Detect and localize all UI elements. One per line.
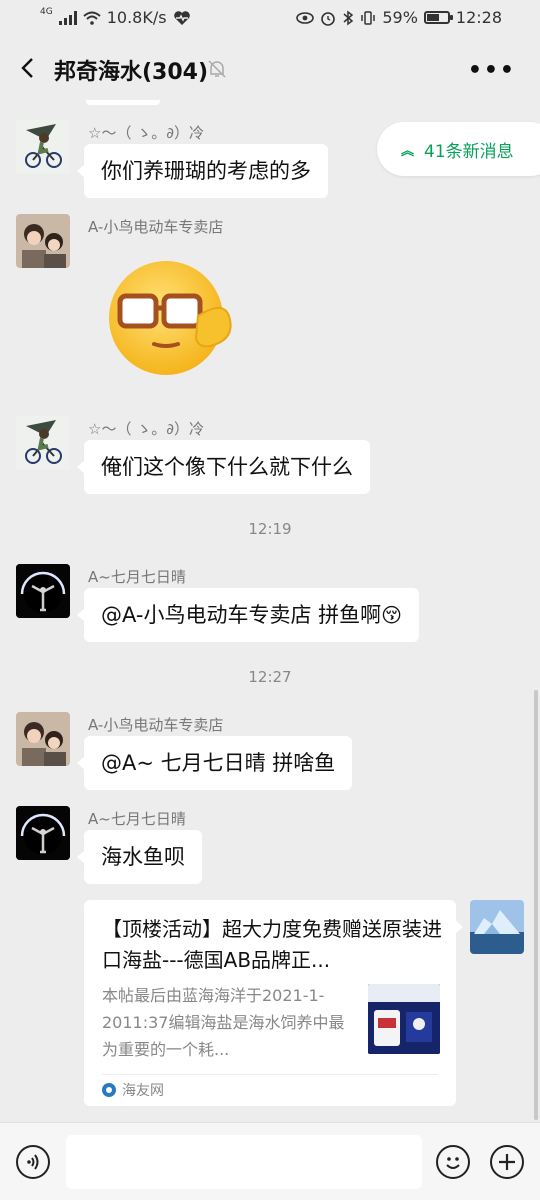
sender-name: ☆～（ ゝ。∂）冷 <box>88 420 204 438</box>
new-messages-label: 41条新消息 <box>424 141 514 162</box>
avatar-children-photo <box>16 214 70 268</box>
emoji-button[interactable] <box>436 1145 470 1179</box>
sender-name: A-小鸟电动车专卖店 <box>88 716 224 734</box>
message-bubble[interactable]: 海水鱼呗 <box>77 830 202 884</box>
voice-button[interactable] <box>16 1145 50 1179</box>
timestamp: 12:19 <box>248 520 292 538</box>
sender-name: A~七月七日晴 <box>88 568 186 586</box>
status-bar: 4G 10.8K/s 59% 12:28 <box>0 0 540 36</box>
bluetooth-icon <box>343 10 354 25</box>
network-speed: 10.8K/s <box>106 8 167 27</box>
avatar[interactable] <box>16 564 70 618</box>
partial-bubble <box>86 100 160 105</box>
message-text: @A-小鸟电动车专卖店 拼鱼啊 <box>101 603 382 627</box>
link-card-source: 海友网 <box>102 1080 164 1100</box>
double-chevron-up-icon: ︽ <box>401 143 415 159</box>
battery-percent: 59% <box>382 8 418 27</box>
source-logo-icon <box>102 1083 116 1097</box>
link-card-title: 【顶楼活动】超大力度免费赠送原装进口海盐---德国AB品牌正... <box>102 917 442 972</box>
avatar[interactable] <box>16 806 70 860</box>
alarm-icon <box>321 11 336 26</box>
avatar-cyclist-image <box>16 416 70 470</box>
kissing-face-emoji: 😚 <box>381 603 403 627</box>
timestamp: 12:27 <box>248 668 292 686</box>
message-bubble[interactable]: @A~ 七月七日晴 拼啥鱼 <box>76 736 353 790</box>
product-thumbnail-image <box>368 984 440 1054</box>
link-card-description: 本帖最后由蓝海海洋于2021-1-2011:37编辑海盐是海水饲养中最为重要的一… <box>102 986 345 1059</box>
glasses-salute-emoji-icon[interactable] <box>106 258 236 378</box>
heart-rate-icon <box>173 10 190 25</box>
message-input[interactable] <box>66 1135 422 1189</box>
more-actions-button[interactable] <box>490 1145 524 1179</box>
sender-name: ☆～（ ゝ。∂）冷 <box>88 124 204 142</box>
avatar-eclipse-image <box>16 806 70 860</box>
sender-name: A~七月七日晴 <box>88 810 186 828</box>
new-messages-button[interactable]: ︽ 41条新消息 <box>377 122 540 176</box>
clock: 12:28 <box>455 8 502 27</box>
avatar-cyclist-image <box>16 120 70 174</box>
message-bubble[interactable]: @A-小鸟电动车专卖店 拼鱼啊😚 <box>76 588 420 642</box>
avatar-iceberg-image <box>470 900 524 954</box>
avatar-children-photo <box>16 712 70 766</box>
avatar[interactable] <box>16 416 70 470</box>
eye-icon <box>296 11 315 24</box>
smiley-icon <box>446 1157 460 1169</box>
scrollbar[interactable] <box>534 690 538 1120</box>
avatar[interactable] <box>16 214 70 268</box>
message-bubble[interactable]: 俺们这个像下什么就下什么 <box>77 440 370 494</box>
source-name: 海友网 <box>122 1083 164 1099</box>
link-card[interactable]: 【顶楼活动】超大力度免费赠送原装进口海盐---德国AB品牌正... 本帖最后由蓝… <box>84 900 463 1106</box>
input-bar <box>0 1122 540 1200</box>
plus-icon <box>499 1154 515 1170</box>
chat-title: 邦奇海水(304) <box>54 60 209 85</box>
avatar[interactable] <box>16 120 70 174</box>
chat-area[interactable]: ☆～（ ゝ。∂）冷 你们养珊瑚的考虑的多 ︽ 41条新消息 A-小鸟电动车专卖店… <box>0 100 540 1122</box>
message-bubble[interactable]: 你们养珊瑚的考虑的多 <box>77 144 328 198</box>
sender-name: A-小鸟电动车专卖店 <box>88 218 224 236</box>
avatar-eclipse-image <box>16 564 70 618</box>
back-icon[interactable] <box>14 54 42 82</box>
avatar[interactable] <box>16 712 70 766</box>
divider <box>102 1074 438 1075</box>
mute-bell-icon <box>208 60 226 78</box>
signal-icon <box>58 10 77 25</box>
vibrate-icon <box>361 10 376 25</box>
network-type: 4G <box>40 6 53 17</box>
link-card-thumbnail <box>368 984 440 1054</box>
voice-icon <box>27 1154 39 1170</box>
more-options-button[interactable]: ••• <box>468 58 516 83</box>
battery-icon <box>423 11 453 24</box>
own-avatar[interactable] <box>470 900 524 954</box>
chat-header: 邦奇海水(304) ••• <box>0 36 540 100</box>
wifi-icon <box>83 11 101 25</box>
